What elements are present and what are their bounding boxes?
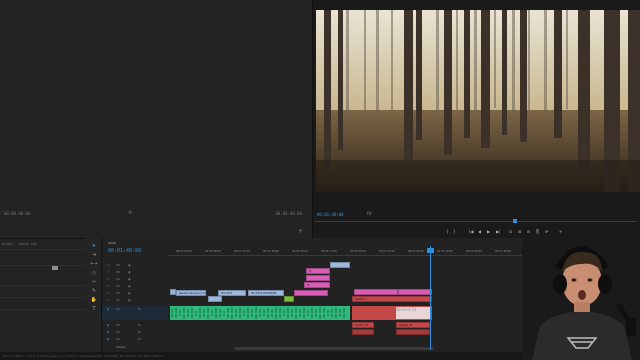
source-monitor-controls: 00:00:00:00 ⚙ 00:00:00:00 + <box>0 205 312 238</box>
project-tabs: Project: ... Effects Info <box>2 242 37 246</box>
webcam-overlay <box>522 234 640 360</box>
ruler-tick: 00:01:16:00 <box>263 250 279 253</box>
clip[interactable]: Nested 4 <box>352 296 432 302</box>
ruler-tick: 00:01:48:00 <box>495 250 511 253</box>
clip[interactable]: fx <box>304 282 330 288</box>
track-header-v4[interactable]: ▭ V4 ◉ <box>102 276 168 282</box>
zoom-level-select[interactable]: Fit <box>367 211 372 216</box>
program-video-frame <box>316 10 640 192</box>
mark-in-button[interactable]: { <box>446 229 449 234</box>
mark-out-button[interactable]: } <box>453 229 456 234</box>
tab-project[interactable]: Project: ... <box>2 242 17 246</box>
track-headers: ▭ V6 ◉ ▭ V5 ◉ ▭ V4 ◉ ▭ V3 ◉ ▭ V2 ◉ ▭ V1 ◉ ▮ A1 M ▮ A2 M … <box>102 256 168 352</box>
hand-tool-icon[interactable]: ✋ <box>90 297 98 303</box>
presenter-image <box>522 234 640 360</box>
go-to-out-button[interactable]: ▶| <box>496 229 500 234</box>
clip[interactable]: fx <box>306 268 330 274</box>
selection-tool-icon[interactable]: ➤ <box>90 243 98 249</box>
divider <box>0 265 86 266</box>
audio-clip[interactable]: Nested 05 <box>396 322 430 328</box>
program-timecode[interactable]: 00:01:48:00 <box>317 212 344 217</box>
clip[interactable] <box>294 290 328 296</box>
divider <box>0 249 86 250</box>
wrench-icon[interactable]: ⚙ <box>128 210 133 216</box>
clip[interactable] <box>208 296 222 302</box>
track-header-v3[interactable]: ▭ V3 ◉ <box>102 283 168 289</box>
ruler-tick: 00:01:36:00 <box>408 250 424 253</box>
clip[interactable] <box>398 289 432 295</box>
track-header-a2[interactable]: ▮ A2 M <box>102 322 168 328</box>
type-tool-icon[interactable]: T <box>90 306 98 312</box>
audio-clip[interactable]: Nested 04 <box>352 322 374 328</box>
track-header-a1[interactable]: ▮ A1 M <box>102 306 168 320</box>
clip[interactable]: Nested Sequence 01 <box>176 290 206 296</box>
track-header-v5[interactable]: ▭ V5 ◉ <box>102 269 168 275</box>
tools-panel: ➤ ⇥ ⟷ ◇ ⇿ ✎ ✋ T <box>86 238 102 352</box>
extract-button[interactable]: ⊞ <box>518 229 521 234</box>
track-select-icon[interactable]: ⇥ <box>90 252 98 258</box>
program-playhead[interactable] <box>513 219 517 223</box>
program-monitor[interactable]: 00:01:48:00 Fit { } |◀ ◀ ▶ ▶| ⊡ ⊞ ⊟ ⎘ ⟳ … <box>312 0 640 238</box>
track-header-v2[interactable]: ▭ V2 ◉ <box>102 290 168 296</box>
clip[interactable] <box>330 262 350 268</box>
track-header-a4[interactable]: ▮ A4 M <box>102 336 168 342</box>
ruler-tick: 00:01:12:00 <box>234 250 250 253</box>
audio-clip[interactable] <box>170 306 350 320</box>
audio-clip[interactable] <box>396 329 430 335</box>
ruler-tick: 00:01:24:00 <box>321 250 337 253</box>
slip-tool-icon[interactable]: ⇿ <box>90 279 98 285</box>
divider <box>0 285 86 286</box>
track-header-a3[interactable]: ▮ A3 M <box>102 329 168 335</box>
ruler-tick: 00:01:28:00 <box>350 250 366 253</box>
source-timecode-in[interactable]: 00:00:00:00 <box>4 211 31 216</box>
ruler-tick: 00:01:40:00 <box>437 250 453 253</box>
clip[interactable]: Nested 03 <box>396 307 430 319</box>
timeline-scrollbar[interactable] <box>234 347 434 350</box>
pen-tool-icon[interactable]: ✎ <box>90 288 98 294</box>
clip[interactable] <box>354 289 398 295</box>
program-scrub-bar[interactable] <box>315 221 637 222</box>
lift-button[interactable]: ⊡ <box>509 229 512 234</box>
waveform <box>171 307 345 319</box>
forest-frame-image <box>316 10 640 192</box>
plus-icon[interactable]: + <box>298 228 303 235</box>
ruler-tick: 00:01:20:00 <box>292 250 308 253</box>
source-monitor[interactable]: 00:00:00:00 ⚙ 00:00:00:00 + <box>0 0 312 238</box>
timeline-playhead[interactable] <box>430 246 431 350</box>
clip[interactable] <box>306 275 330 281</box>
razor-tool-icon[interactable]: ◇ <box>90 270 98 276</box>
ruler-tick: 00:01:08:00 <box>205 250 221 253</box>
ripple-edit-icon[interactable]: ⟷ <box>90 261 98 267</box>
step-back-button[interactable]: ◀ <box>478 229 481 234</box>
play-button[interactable]: ▶ <box>487 229 490 234</box>
audio-clip[interactable]: Nested 03 <box>352 306 432 320</box>
ruler-tick: 00:01:44:00 <box>466 250 482 253</box>
track-header-v1[interactable]: ▭ V1 ◉ <box>102 297 168 303</box>
timeline-timecode[interactable]: 00:01:48:00 <box>108 248 141 254</box>
ruler-tick: 00:01:32:00 <box>379 250 395 253</box>
clip[interactable] <box>284 296 294 302</box>
clip[interactable]: IFX-0713 <box>218 290 246 296</box>
divider <box>0 297 86 298</box>
tab-info[interactable]: Info <box>31 242 37 246</box>
ruler-tick: 00:01:04:00 <box>176 250 192 253</box>
project-panel[interactable]: Project: ... Effects Info <box>0 238 86 360</box>
tab-effects[interactable]: Effects <box>19 242 29 246</box>
source-timecode-duration: 00:00:00:00 <box>275 211 303 216</box>
divider <box>0 309 86 310</box>
track-header-master[interactable]: Master <box>102 344 168 350</box>
go-to-in-button[interactable]: |◀ <box>469 229 473 234</box>
sequence-tab[interactable]: 2020 <box>108 241 116 245</box>
track-header-v6[interactable]: ▭ V6 ◉ <box>102 262 168 268</box>
clip[interactable]: IFX-0714 ROUNDER <box>248 290 284 296</box>
audio-clip[interactable] <box>352 329 374 335</box>
bin-item[interactable] <box>52 266 58 270</box>
